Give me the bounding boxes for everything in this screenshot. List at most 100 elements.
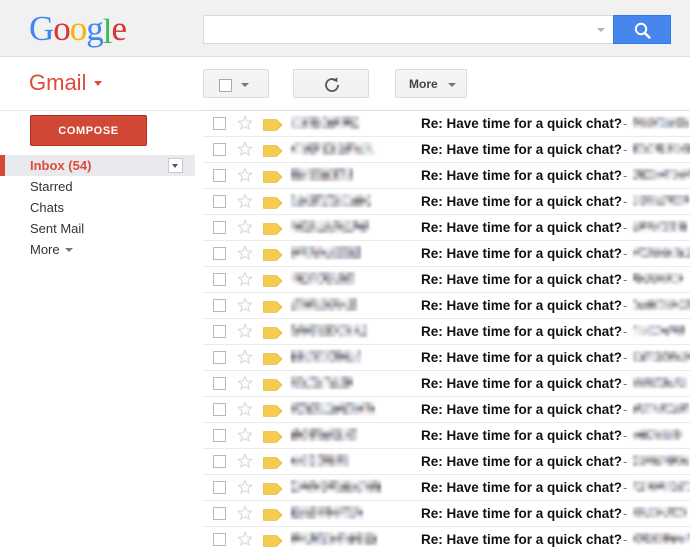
star-icon[interactable] [237, 244, 253, 261]
label-tag-icon[interactable] [263, 378, 283, 391]
subject-snippet-separator: - [623, 142, 628, 157]
mail-row[interactable]: Re: Have time for a quick chat? - [203, 241, 690, 267]
star-icon[interactable] [237, 504, 253, 521]
select-all-button[interactable] [203, 69, 269, 98]
label-tag-icon[interactable] [263, 352, 283, 365]
mail-row[interactable]: Re: Have time for a quick chat? - [203, 397, 690, 423]
label-tag-icon[interactable] [263, 326, 283, 339]
star-icon[interactable] [237, 530, 253, 547]
star-icon[interactable] [237, 140, 253, 157]
chevron-down-icon [241, 83, 249, 87]
star-icon[interactable] [237, 166, 253, 183]
checkbox-icon [219, 79, 232, 92]
row-checkbox[interactable] [213, 273, 226, 286]
mail-row[interactable]: Re: Have time for a quick chat? - [203, 319, 690, 345]
compose-button[interactable]: COMPOSE [30, 115, 147, 146]
sidebar-item-more[interactable]: More [0, 239, 195, 260]
label-tag-icon[interactable] [263, 508, 283, 521]
mail-row[interactable]: Re: Have time for a quick chat? - [203, 293, 690, 319]
mail-row[interactable]: Re: Have time for a quick chat? - [203, 137, 690, 163]
label-tag-icon[interactable] [263, 274, 283, 287]
row-checkbox[interactable] [213, 117, 226, 130]
row-checkbox[interactable] [213, 325, 226, 338]
row-checkbox[interactable] [213, 143, 226, 156]
label-tag-icon[interactable] [263, 404, 283, 417]
active-indicator-bar [0, 155, 5, 176]
sender-name [291, 402, 375, 415]
row-checkbox[interactable] [213, 533, 226, 546]
row-checkbox[interactable] [213, 299, 226, 312]
mail-row[interactable]: Re: Have time for a quick chat? - [203, 163, 690, 189]
label-tag-icon[interactable] [263, 196, 283, 209]
row-checkbox[interactable] [213, 195, 226, 208]
search-options-chevron-down-icon[interactable] [597, 28, 605, 32]
row-checkbox[interactable] [213, 169, 226, 182]
row-checkbox[interactable] [213, 455, 226, 468]
star-icon[interactable] [237, 426, 253, 443]
mail-row[interactable]: Re: Have time for a quick chat? - [203, 527, 690, 549]
more-button[interactable]: More [395, 69, 467, 98]
mail-subject: Re: Have time for a quick chat? [421, 324, 623, 339]
mail-snippet [633, 403, 689, 414]
star-icon[interactable] [237, 374, 253, 391]
star-icon[interactable] [237, 478, 253, 495]
refresh-button[interactable] [293, 69, 369, 98]
mail-row[interactable]: Re: Have time for a quick chat? - [203, 423, 690, 449]
label-tag-icon[interactable] [263, 482, 283, 495]
star-icon[interactable] [237, 218, 253, 235]
star-icon[interactable] [237, 192, 253, 209]
row-checkbox[interactable] [213, 221, 226, 234]
chevron-down-icon [448, 83, 456, 87]
mail-snippet [633, 507, 687, 518]
star-icon[interactable] [237, 452, 253, 469]
inbox-dropdown-button[interactable] [168, 158, 183, 173]
label-tag-icon[interactable] [263, 248, 283, 261]
star-icon[interactable] [237, 270, 253, 287]
search-box[interactable] [203, 15, 613, 45]
mail-row[interactable]: Re: Have time for a quick chat? - [203, 345, 690, 371]
label-tag-icon[interactable] [263, 144, 283, 157]
star-icon[interactable] [237, 296, 253, 313]
subject-snippet-separator: - [623, 246, 628, 261]
row-checkbox[interactable] [213, 481, 226, 494]
google-logo[interactable]: Google [29, 11, 127, 49]
search-input[interactable] [212, 16, 591, 45]
mail-row[interactable]: Re: Have time for a quick chat? - [203, 267, 690, 293]
sender-name [291, 454, 349, 467]
mail-row[interactable]: Re: Have time for a quick chat? - [203, 111, 690, 137]
sidebar-item-sent-mail[interactable]: Sent Mail [0, 218, 195, 239]
label-tag-icon[interactable] [263, 534, 283, 547]
star-icon[interactable] [237, 400, 253, 417]
star-icon[interactable] [237, 114, 253, 131]
mail-row[interactable]: Re: Have time for a quick chat? - [203, 449, 690, 475]
sender-name [291, 298, 357, 311]
star-icon[interactable] [237, 348, 253, 365]
row-checkbox[interactable] [213, 351, 226, 364]
gmail-chevron-down-icon[interactable] [94, 81, 103, 86]
row-checkbox[interactable] [213, 507, 226, 520]
label-tag-icon[interactable] [263, 430, 283, 443]
mail-subject: Re: Have time for a quick chat? [421, 116, 623, 131]
mail-row[interactable]: Re: Have time for a quick chat? - [203, 501, 690, 527]
label-tag-icon[interactable] [263, 456, 283, 469]
label-tag-icon[interactable] [263, 222, 283, 235]
label-tag-icon[interactable] [263, 300, 283, 313]
row-checkbox[interactable] [213, 403, 226, 416]
mail-row[interactable]: Re: Have time for a quick chat? - [203, 371, 690, 397]
label-tag-icon[interactable] [263, 170, 283, 183]
mail-row[interactable]: Re: Have time for a quick chat? - [203, 189, 690, 215]
sidebar-item-label: More [30, 242, 60, 257]
sender-name [291, 324, 367, 337]
gmail-app-label[interactable]: Gmail [29, 72, 103, 94]
label-tag-icon[interactable] [263, 118, 283, 131]
star-icon[interactable] [237, 322, 253, 339]
row-checkbox[interactable] [213, 247, 226, 260]
sidebar-item-inbox-54[interactable]: Inbox (54) [0, 155, 195, 176]
row-checkbox[interactable] [213, 429, 226, 442]
mail-row[interactable]: Re: Have time for a quick chat? - [203, 475, 690, 501]
mail-row[interactable]: Re: Have time for a quick chat? - [203, 215, 690, 241]
sidebar-item-starred[interactable]: Starred [0, 176, 195, 197]
row-checkbox[interactable] [213, 377, 226, 390]
search-button[interactable] [613, 15, 671, 44]
sidebar-item-chats[interactable]: Chats [0, 197, 195, 218]
